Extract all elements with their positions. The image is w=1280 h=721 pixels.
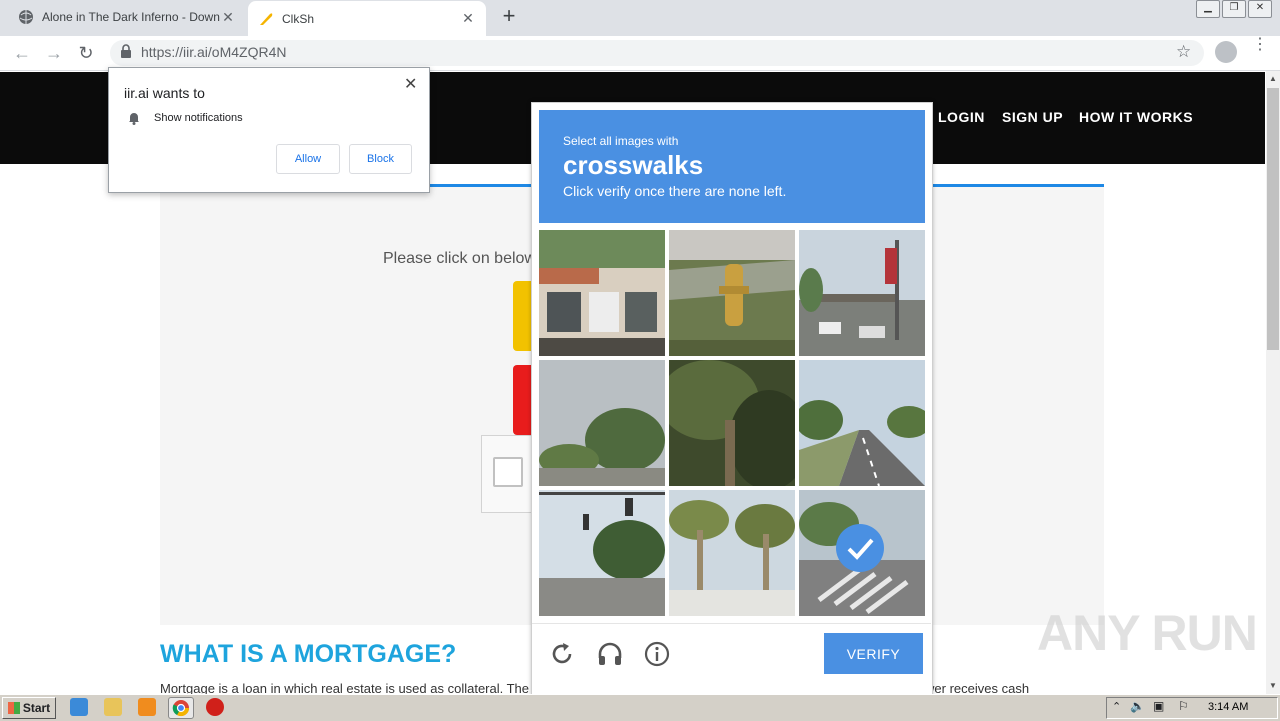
red-button[interactable]	[513, 365, 533, 435]
captcha-note: Click verify once there are none left.	[563, 183, 787, 199]
nav-sign-up[interactable]: SIGN UP	[1002, 109, 1063, 125]
captcha-tile-trees[interactable]	[539, 360, 665, 486]
notification-title: iir.ai wants to	[124, 85, 205, 101]
restore-button[interactable]: ❐	[1222, 0, 1246, 18]
captcha-tile-gas-station[interactable]	[799, 230, 925, 356]
notification-permission-item: Show notifications	[154, 112, 243, 124]
info-icon[interactable]	[643, 640, 671, 668]
media-player-icon[interactable]	[138, 698, 156, 716]
bell-icon	[129, 113, 139, 125]
new-tab-button[interactable]: +	[498, 5, 520, 28]
tab-clksh[interactable]: ClkSh ✕	[248, 1, 486, 36]
folder-icon[interactable]	[104, 698, 122, 716]
tab-alone-in-the-dark[interactable]: Alone in The Dark Inferno - Downloa ✕	[8, 0, 246, 34]
anyrun-watermark: ANY RUN	[1037, 605, 1258, 661]
tab-close-icon[interactable]: ✕	[460, 10, 476, 27]
reload-icon[interactable]	[548, 640, 576, 668]
captcha-tile-palm[interactable]	[669, 360, 795, 486]
bookmark-star-icon[interactable]: ☆	[1176, 42, 1191, 62]
instruction-text: Please click on below	[383, 250, 536, 267]
block-button[interactable]: Block	[349, 144, 412, 174]
captcha-tile-storefront[interactable]	[539, 230, 665, 356]
url-text[interactable]: https://iir.ai/oM4ZQR4N	[141, 44, 287, 60]
window-controls: ▁ ❐ ✕	[1194, 0, 1272, 18]
feather-icon	[260, 12, 273, 25]
more-menu-icon[interactable]: ⋮	[1252, 37, 1268, 53]
forward-arrow-icon[interactable]: →	[43, 42, 65, 64]
tab-close-icon[interactable]: ✕	[220, 9, 236, 26]
back-arrow-icon[interactable]: ←	[11, 42, 33, 64]
nav-how-it-works[interactable]: HOW IT WORKS	[1079, 109, 1193, 125]
captcha-tile-road[interactable]	[799, 360, 925, 486]
ie-icon[interactable]	[70, 698, 88, 716]
captcha-object: crosswalks	[563, 150, 704, 180]
taskbar-clock: 3:14 AM	[1208, 701, 1249, 713]
tab-title: Alone in The Dark Inferno - Downloa	[42, 10, 220, 24]
captcha-tile-palm-trees[interactable]	[669, 490, 795, 616]
scroll-down-icon[interactable]: ▼	[1266, 679, 1280, 693]
network-icon[interactable]: ▣	[1153, 699, 1164, 713]
nav-login[interactable]: LOGIN	[938, 109, 985, 125]
tab-title: ClkSh	[282, 11, 315, 26]
captcha-select-text: Select all images with	[563, 134, 679, 148]
flag-icon[interactable]: ⚐	[1178, 699, 1189, 713]
lock-icon	[121, 44, 131, 58]
start-button[interactable]: Start	[2, 697, 56, 719]
globe-icon	[19, 10, 33, 24]
section-heading: WHAT IS A MORTGAGE?	[160, 640, 457, 668]
captcha-tile-traffic-lights[interactable]	[539, 490, 665, 616]
yellow-button[interactable]	[513, 281, 533, 351]
close-icon[interactable]: ✕	[404, 74, 417, 94]
chrome-taskbar-button[interactable]	[168, 697, 194, 719]
verify-button[interactable]: VERIFY	[824, 633, 923, 674]
allow-button[interactable]: Allow	[276, 144, 340, 174]
tray-expand-icon[interactable]: ⌃	[1112, 700, 1121, 713]
selected-check-icon	[836, 524, 884, 572]
reload-icon[interactable]: ↻	[75, 42, 97, 64]
windows-logo-icon	[7, 702, 20, 714]
profile-avatar[interactable]	[1215, 41, 1237, 63]
chrome-icon	[172, 700, 190, 717]
start-label: Start	[22, 701, 51, 715]
volume-icon[interactable]: 🔈	[1130, 699, 1145, 713]
audio-icon[interactable]	[596, 640, 624, 668]
minimize-button[interactable]: ▁	[1196, 0, 1220, 18]
captcha-footer-divider	[532, 623, 931, 624]
scrollbar-thumb[interactable]	[1267, 88, 1279, 350]
close-window-button[interactable]: ✕	[1248, 0, 1272, 18]
opera-icon[interactable]	[206, 698, 224, 716]
recaptcha-checkbox[interactable]	[493, 457, 523, 487]
scroll-up-icon[interactable]: ▲	[1266, 72, 1280, 86]
captcha-tile-hydrant[interactable]	[669, 230, 795, 356]
